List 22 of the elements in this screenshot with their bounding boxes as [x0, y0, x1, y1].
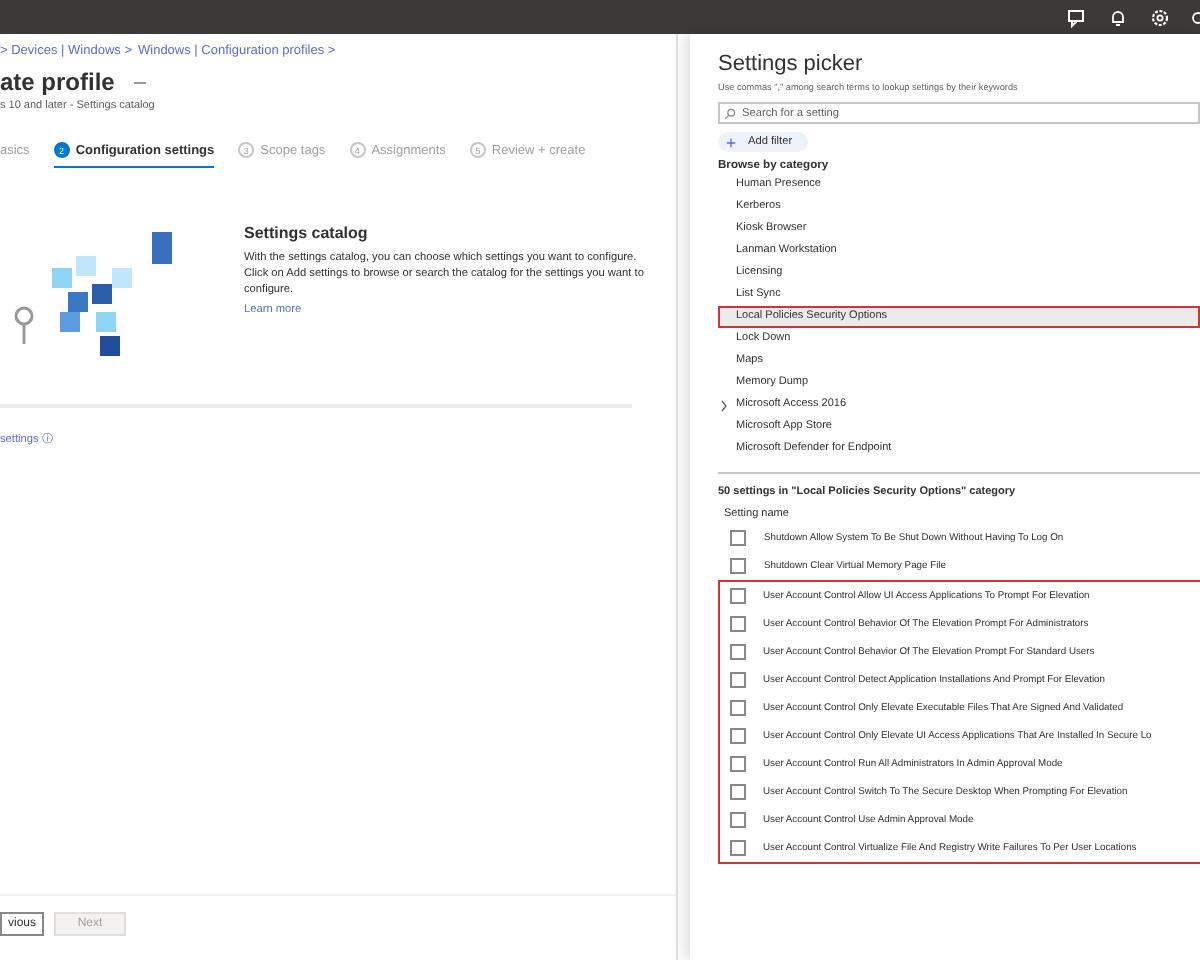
search-icon — [724, 108, 736, 120]
checkbox[interactable] — [729, 700, 745, 716]
checkbox[interactable] — [729, 840, 745, 856]
panel-title: Settings picker — [718, 52, 865, 76]
checkbox[interactable] — [729, 784, 745, 800]
more-icon[interactable] — [1192, 7, 1200, 27]
bell-icon[interactable] — [1108, 7, 1128, 27]
feedback-icon[interactable] — [1066, 7, 1086, 27]
checkbox[interactable] — [729, 616, 745, 632]
page-title: ate profile — [0, 68, 115, 96]
plus-icon — [726, 137, 736, 147]
settings-icon[interactable] — [1150, 7, 1170, 27]
checkbox[interactable] — [729, 644, 745, 660]
checkbox[interactable] — [730, 558, 746, 574]
checkbox[interactable] — [729, 812, 745, 828]
checkbox[interactable] — [730, 530, 746, 546]
checkbox[interactable] — [729, 756, 745, 772]
checkbox[interactable] — [729, 672, 745, 688]
catalog-heading: Settings catalog — [244, 224, 368, 242]
chevron-icon[interactable] — [720, 400, 728, 412]
checkbox[interactable] — [729, 728, 745, 744]
checkbox[interactable] — [729, 588, 745, 604]
